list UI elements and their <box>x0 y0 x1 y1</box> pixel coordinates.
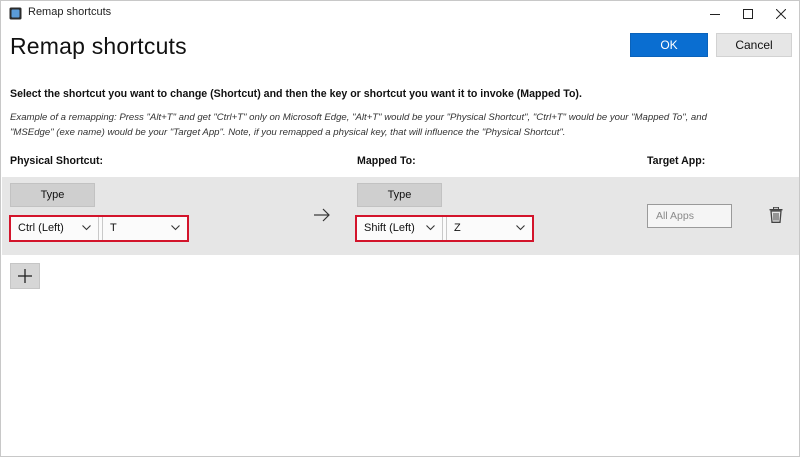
instruction-text: Select the shortcut you want to change (… <box>10 88 582 100</box>
dropdown-value: Z <box>454 222 461 234</box>
cancel-button[interactable]: Cancel <box>716 33 792 57</box>
ok-button[interactable]: OK <box>630 33 708 57</box>
plus-icon <box>18 269 32 283</box>
mapped-to-header: Mapped To: <box>357 155 416 167</box>
title-bar: Remap shortcuts <box>1 1 799 26</box>
mapped-type-button[interactable]: Type <box>357 183 442 207</box>
maximize-icon <box>742 8 753 19</box>
window-title: Remap shortcuts <box>28 6 112 18</box>
minimize-button[interactable] <box>698 1 731 26</box>
maximize-button[interactable] <box>731 1 764 26</box>
app-icon <box>9 7 22 20</box>
chevron-down-icon <box>426 225 435 231</box>
mapped-key-dropdown[interactable]: Z <box>447 217 532 240</box>
chevron-down-icon <box>171 225 180 231</box>
example-line: "MSEdge" (exe name) would be your "Targe… <box>10 127 566 138</box>
remap-shortcuts-window: Remap shortcuts Remap shortcuts OK Cance… <box>0 0 800 457</box>
physical-shortcut-selection: Ctrl (Left) T <box>9 215 189 242</box>
example-line: Example of a remapping: Press "Alt+T" an… <box>10 112 707 123</box>
example-text: Example of a remapping: Press "Alt+T" an… <box>10 110 792 140</box>
add-mapping-button[interactable] <box>10 263 40 289</box>
physical-key-dropdown[interactable]: T <box>103 217 187 240</box>
target-app-header: Target App: <box>647 155 706 167</box>
arrow-right-icon <box>314 208 330 222</box>
physical-type-button[interactable]: Type <box>10 183 95 207</box>
close-button[interactable] <box>764 1 797 26</box>
page-title: Remap shortcuts <box>10 33 187 59</box>
chevron-down-icon <box>516 225 525 231</box>
dropdown-value: Shift (Left) <box>364 222 415 234</box>
close-icon <box>775 8 786 19</box>
trash-icon[interactable] <box>769 207 783 223</box>
target-app-input[interactable]: All Apps <box>647 204 732 228</box>
physical-shortcut-header: Physical Shortcut: <box>10 155 104 167</box>
mapped-modifier-dropdown[interactable]: Shift (Left) <box>357 217 443 240</box>
minimize-icon <box>709 13 720 15</box>
dropdown-value: Ctrl (Left) <box>18 222 64 234</box>
physical-modifier-dropdown[interactable]: Ctrl (Left) <box>11 217 99 240</box>
dropdown-value: T <box>110 222 117 234</box>
mapped-shortcut-selection: Shift (Left) Z <box>355 215 534 242</box>
chevron-down-icon <box>82 225 91 231</box>
target-app-placeholder: All Apps <box>656 210 694 222</box>
